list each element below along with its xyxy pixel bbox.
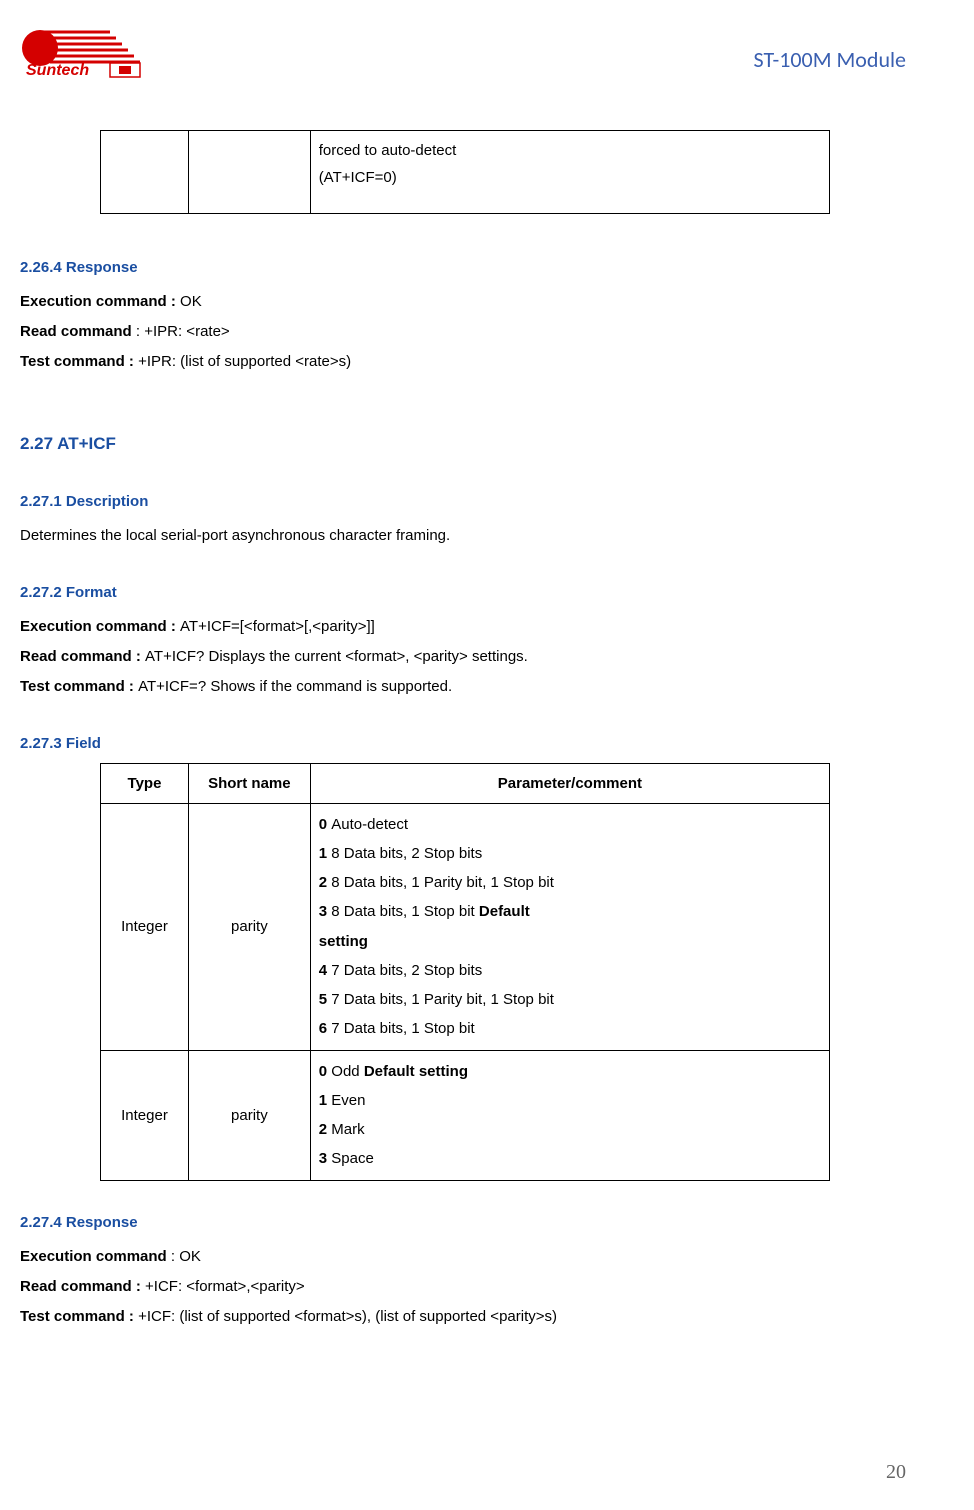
param-num: 1 — [319, 845, 332, 862]
param-text: Space — [331, 1150, 374, 1167]
section-heading: 2.27.4 Response — [20, 1209, 906, 1236]
label: Test command : — [20, 1308, 138, 1325]
param-num: 1 — [319, 1092, 332, 1109]
body-text: Execution command : OK — [20, 287, 906, 317]
table-cell: parity — [188, 803, 310, 1050]
param-line: 1 8 Data bits, 2 Stop bits — [319, 839, 821, 868]
value: +IPR: (list of supported <rate>s) — [138, 353, 351, 370]
label: Test command : — [20, 353, 138, 370]
body-text: Test command : +IPR: (list of supported … — [20, 347, 906, 377]
param-default: Default setting — [364, 1063, 468, 1080]
param-line: 6 7 Data bits, 1 Stop bit — [319, 1014, 821, 1043]
table-cell-empty — [188, 131, 310, 214]
param-num: 2 — [319, 1121, 332, 1138]
body-text: Determines the local serial-port asynchr… — [20, 521, 906, 551]
param-line: 3 8 Data bits, 1 Stop bit Default — [319, 897, 821, 926]
param-line: setting — [319, 927, 821, 956]
cell-text: forced to auto-detect — [319, 137, 821, 164]
param-text: 7 Data bits, 1 Stop bit — [331, 1020, 474, 1037]
page-number: 20 — [886, 1454, 906, 1490]
value: AT+ICF=[<format>[,<parity>]] — [180, 618, 375, 635]
param-text: 8 Data bits, 1 Stop bit — [331, 903, 479, 920]
table-cell: parity — [188, 1050, 310, 1180]
table-header: Type — [101, 763, 189, 803]
param-text: 7 Data bits, 1 Parity bit, 1 Stop bit — [331, 991, 554, 1008]
table-cell: 0 Auto-detect 1 8 Data bits, 2 Stop bits… — [310, 803, 829, 1050]
value: : OK — [171, 1248, 201, 1265]
section-heading: 2.27 AT+ICF — [20, 429, 906, 460]
label: Test command : — [20, 678, 138, 695]
label: Execution command : — [20, 618, 180, 635]
label: Execution command : — [20, 293, 180, 310]
table-header-row: Type Short name Parameter/comment — [101, 763, 830, 803]
param-line: 0 Odd Default setting — [319, 1057, 821, 1086]
body-text: Execution command : AT+ICF=[<format>[,<p… — [20, 612, 906, 642]
top-continuation-table: forced to auto-detect (AT+ICF=0) — [100, 130, 906, 214]
param-line: 2 Mark — [319, 1115, 821, 1144]
page-header: Suntech ST-100M Module — [20, 30, 906, 80]
table-header: Short name — [188, 763, 310, 803]
param-text: Even — [331, 1092, 365, 1109]
param-num: 0 — [319, 816, 332, 833]
table-cell: 0 Odd Default setting 1 Even 2 Mark 3 Sp… — [310, 1050, 829, 1180]
param-num: 6 — [319, 1020, 332, 1037]
table-cell: Integer — [101, 1050, 189, 1180]
param-text: Mark — [331, 1121, 364, 1138]
label: Read command — [20, 323, 136, 340]
param-line: 2 8 Data bits, 1 Parity bit, 1 Stop bit — [319, 868, 821, 897]
label: Execution command — [20, 1248, 171, 1265]
table-cell: Integer — [101, 803, 189, 1050]
param-text: Odd — [331, 1063, 364, 1080]
label: Read command : — [20, 648, 145, 665]
table-row: forced to auto-detect (AT+ICF=0) — [101, 131, 830, 214]
param-default: setting — [319, 933, 368, 950]
section-heading: 2.26.4 Response — [20, 254, 906, 281]
section-heading: 2.27.1 Description — [20, 488, 906, 515]
table-cell-content: forced to auto-detect (AT+ICF=0) — [310, 131, 829, 214]
param-default: Default — [479, 903, 530, 920]
value: +ICF: <format>,<parity> — [145, 1278, 305, 1295]
param-text: Auto-detect — [331, 816, 408, 833]
param-num: 3 — [319, 903, 332, 920]
value: OK — [180, 293, 202, 310]
value: AT+ICF=? Shows if the command is support… — [138, 678, 452, 695]
body-text: Read command : +ICF: <format>,<parity> — [20, 1272, 906, 1302]
table-row: Integer parity 0 Odd Default setting 1 E… — [101, 1050, 830, 1180]
body-text: Read command : +IPR: <rate> — [20, 317, 906, 347]
body-text: Execution command : OK — [20, 1242, 906, 1272]
value: +ICF: (list of supported <format>s), (li… — [138, 1308, 557, 1325]
cell-text: (AT+ICF=0) — [319, 164, 821, 191]
param-num: 4 — [319, 962, 332, 979]
param-line: 5 7 Data bits, 1 Parity bit, 1 Stop bit — [319, 985, 821, 1014]
param-line: 0 Auto-detect — [319, 810, 821, 839]
table-cell-empty — [101, 131, 189, 214]
label: Read command : — [20, 1278, 145, 1295]
value: AT+ICF? Displays the current <format>, <… — [145, 648, 528, 665]
param-num: 3 — [319, 1150, 332, 1167]
body-text: Read command : AT+ICF? Displays the curr… — [20, 642, 906, 672]
header-title: ST-100M Module — [754, 40, 906, 80]
param-text: 8 Data bits, 2 Stop bits — [331, 845, 482, 862]
table-row: Integer parity 0 Auto-detect 1 8 Data bi… — [101, 803, 830, 1050]
body-text: Test command : AT+ICF=? Shows if the com… — [20, 672, 906, 702]
param-line: 4 7 Data bits, 2 Stop bits — [319, 956, 821, 985]
section-heading: 2.27.2 Format — [20, 579, 906, 606]
param-num: 2 — [319, 874, 332, 891]
field-table: Type Short name Parameter/comment Intege… — [100, 763, 906, 1181]
param-num: 5 — [319, 991, 332, 1008]
logo: Suntech — [20, 30, 150, 80]
param-line: 3 Space — [319, 1144, 821, 1173]
value: : +IPR: <rate> — [136, 323, 230, 340]
svg-text:Suntech: Suntech — [26, 62, 89, 79]
table-header: Parameter/comment — [310, 763, 829, 803]
param-text: 8 Data bits, 1 Parity bit, 1 Stop bit — [331, 874, 554, 891]
param-text: 7 Data bits, 2 Stop bits — [331, 962, 482, 979]
section-heading: 2.27.3 Field — [20, 730, 906, 757]
body-text: Test command : +ICF: (list of supported … — [20, 1302, 906, 1332]
param-line: 1 Even — [319, 1086, 821, 1115]
param-num: 0 — [319, 1063, 332, 1080]
